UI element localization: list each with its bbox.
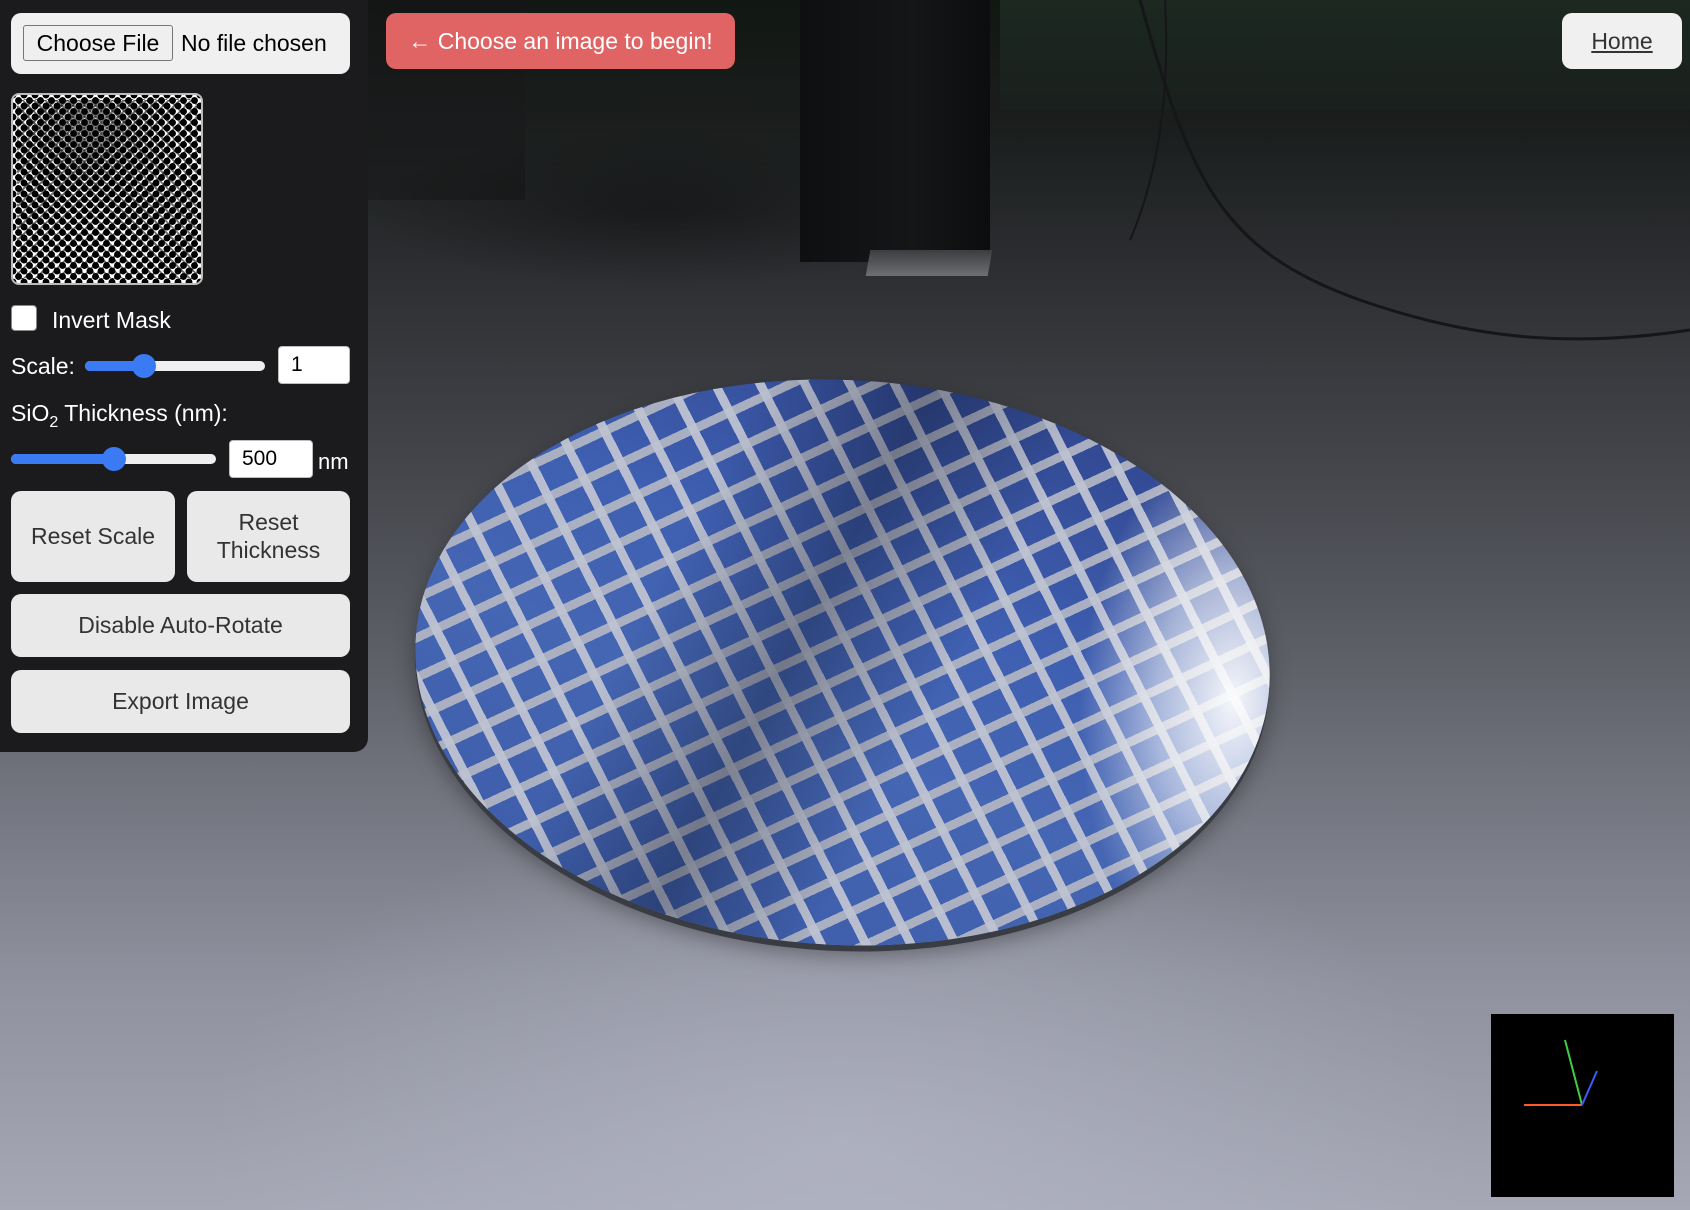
file-input[interactable]: Choose File No file chosen	[11, 13, 350, 74]
scale-number-input[interactable]	[278, 346, 350, 384]
scale-label: Scale:	[11, 353, 75, 379]
mask-pattern	[17, 99, 197, 279]
choose-file-button[interactable]: Choose File	[23, 25, 173, 61]
axes-helper	[1491, 1014, 1674, 1197]
reset-scale-button[interactable]: Reset Scale	[11, 491, 175, 582]
scale-slider[interactable]	[85, 354, 265, 378]
thickness-label: SiO2 Thickness (nm):	[11, 400, 228, 431]
thickness-slider-thumb[interactable]	[101, 447, 126, 471]
scale-slider-thumb[interactable]	[132, 354, 157, 378]
background-pillar-base	[865, 250, 993, 276]
wafer-highlight	[400, 358, 1285, 967]
invert-mask-label: Invert Mask	[52, 307, 171, 333]
y-axis-line	[1564, 1039, 1583, 1106]
invert-mask-checkbox[interactable]	[11, 305, 37, 331]
thickness-slider[interactable]	[11, 447, 216, 471]
background-pillar	[800, 0, 990, 262]
home-link[interactable]: Home	[1562, 13, 1682, 69]
mask-preview-image	[11, 93, 203, 285]
reset-thickness-button[interactable]: Reset Thickness	[187, 491, 350, 582]
auto-rotate-toggle-button[interactable]: Disable Auto-Rotate	[11, 594, 350, 657]
thickness-unit: nm	[318, 449, 349, 474]
file-status-text: No file chosen	[181, 30, 327, 56]
wafer-model[interactable]	[400, 358, 1285, 967]
choose-image-banner: ← Choose an image to begin!	[386, 13, 735, 69]
thickness-slider-fill	[11, 454, 114, 464]
control-panel: Choose File No file chosen Invert Mask S…	[0, 0, 368, 752]
thickness-number-input[interactable]	[229, 440, 313, 478]
export-image-button[interactable]: Export Image	[11, 670, 350, 733]
wafer-surface	[400, 358, 1285, 967]
z-axis-line	[1581, 1070, 1598, 1106]
